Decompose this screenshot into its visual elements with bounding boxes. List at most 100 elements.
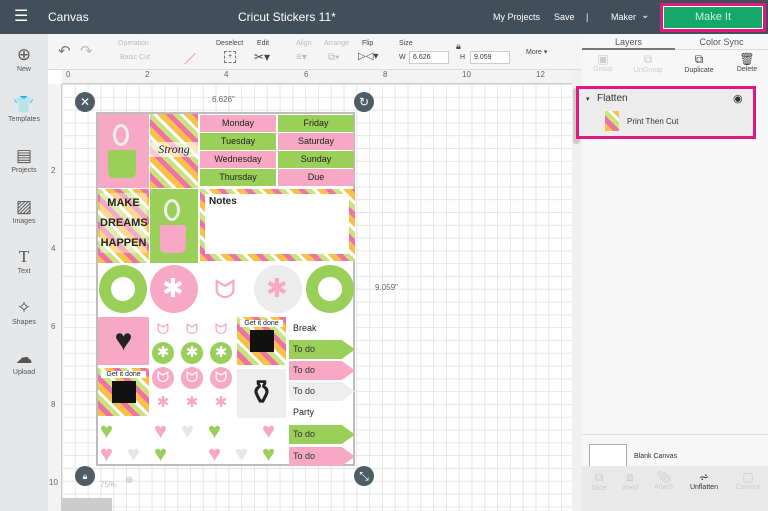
separator: | — [586, 12, 589, 22]
ruler-left: 2 4 6 8 10 — [48, 84, 62, 511]
lock-icon[interactable]: 🔒︎ — [456, 41, 461, 52]
mug-sticker-green — [150, 189, 198, 263]
strong-text: Strong — [150, 142, 198, 157]
mini-sticker: ᗢ — [181, 367, 203, 389]
flower-circle-sticker — [306, 265, 354, 313]
mini-sticker: ᗢ — [152, 367, 174, 389]
left-sidebar: ⊕ New 👕 Templates ▤ Projects ▨ Images T Text … — [0, 34, 48, 511]
height-dimension: 9.059" — [375, 283, 398, 292]
sidebar-item-text[interactable]: T Text — [0, 246, 48, 275]
operation-select[interactable]: Basic Cut — [120, 54, 150, 61]
label: Group — [593, 66, 613, 73]
sidebar-item-upload[interactable]: ☁ Upload — [0, 347, 48, 376]
break-label: Break — [293, 323, 317, 333]
mini-sticker: ✱ — [152, 342, 174, 364]
more-button[interactable]: More ▾ — [526, 48, 547, 56]
unflatten-button[interactable]: ⩫ Unflatten — [684, 470, 724, 491]
make-it-label: Make It — [664, 7, 762, 28]
flatten-layer-group[interactable]: ▾ Flatten ◉ Print Then Cut — [576, 86, 756, 139]
todo-arrow: To do — [289, 382, 355, 401]
edit-button[interactable]: ✂▾ — [254, 50, 270, 64]
notes-text: Notes — [205, 194, 349, 254]
sidebar-item-images[interactable]: ▨ Images — [0, 196, 48, 225]
ruler-mark: 4 — [51, 244, 56, 253]
resize-icon[interactable]: ⤡ — [354, 466, 374, 486]
my-projects-link[interactable]: My Projects — [493, 12, 540, 22]
contour-button[interactable]: ▢ Contour — [728, 470, 768, 491]
delete-selection-icon[interactable]: ✕ — [75, 92, 95, 112]
label: Slice — [591, 485, 607, 492]
sidebar-item-templates[interactable]: 👕 Templates — [0, 94, 48, 123]
layer-thumbnail — [605, 111, 619, 131]
day-label: Wednesday — [200, 151, 276, 168]
day-label: Monday — [200, 115, 276, 132]
mini-sticker: ✱ — [185, 394, 199, 411]
delete-button[interactable]: 🗑︎ Delete — [727, 52, 767, 73]
arrange-button[interactable]: ⧉▾ — [328, 52, 339, 63]
mini-sticker: ᗢ — [210, 367, 232, 389]
width-dimension: 6.626" — [212, 95, 235, 104]
label: New — [16, 66, 31, 73]
tab-layers[interactable]: Layers — [582, 34, 675, 50]
day-label: Saturday — [278, 133, 354, 150]
edit-toolbar: ↶ ↷ Operation Basic Cut ／ Deselect + Edi… — [48, 34, 582, 70]
undo-icon[interactable]: ↶ — [58, 42, 71, 60]
sidebar-item-new[interactable]: ⊕ New — [0, 44, 48, 73]
ruler-mark: 8 — [383, 70, 388, 79]
todo-arrow: To do — [289, 340, 355, 359]
lock-proportions-icon[interactable]: 🔒︎ — [75, 466, 95, 486]
ungroup-button[interactable]: ⧉ UnGroup — [628, 52, 668, 74]
label: Attach — [654, 484, 674, 491]
text-icon: T — [18, 247, 30, 266]
machine-select[interactable]: Maker — [611, 12, 636, 22]
sidebar-item-projects[interactable]: ▤ Projects — [0, 145, 48, 174]
day-label: Sunday — [278, 151, 354, 168]
align-button[interactable]: ≡▾ — [296, 52, 307, 63]
mug-icon — [111, 381, 136, 403]
cloud-upload-icon: ☁ — [15, 348, 33, 367]
arrange-label: Arrange — [324, 40, 349, 47]
attach-button[interactable]: 📎︎ Attach — [644, 470, 684, 491]
height-input[interactable]: 9.059 — [470, 51, 510, 64]
deselect-button[interactable]: + — [224, 51, 236, 63]
heart-sticker: ♥ — [235, 441, 249, 466]
horizontal-scroll-thumb[interactable] — [62, 498, 112, 511]
menu-icon[interactable]: ☰ — [14, 6, 28, 26]
deselect-label: Deselect — [216, 40, 244, 47]
save-link[interactable]: Save — [554, 12, 575, 22]
make-it-button[interactable]: Make It — [660, 3, 766, 32]
mug-icon — [108, 150, 136, 178]
section-title: Canvas — [48, 10, 89, 24]
group-button[interactable]: ▣ Group — [583, 52, 623, 73]
linetype-color-icon[interactable]: ／ — [184, 50, 196, 67]
tab-color-sync[interactable]: Color Sync — [675, 34, 768, 50]
mug-icon — [249, 330, 274, 352]
flip-label: Flip — [362, 40, 374, 47]
mini-sticker: ᗢ — [214, 321, 228, 338]
caret-down-icon[interactable]: ▾ — [586, 95, 590, 103]
chevron-down-icon[interactable]: ⌄ — [641, 10, 649, 21]
steam-icon — [113, 124, 129, 146]
todo-arrow: To do — [289, 361, 355, 380]
eye-icon[interactable]: ◉ — [733, 92, 743, 105]
duplicate-button[interactable]: ⧉ Duplicate — [679, 52, 719, 74]
steam-icon — [164, 199, 180, 221]
label: Contour — [735, 484, 761, 491]
flip-button[interactable]: ▷◁▾ — [358, 51, 378, 62]
party-label: Party — [293, 407, 315, 417]
sticker-sheet[interactable]: Strong Monday Friday Tuesday Saturday We… — [96, 112, 355, 466]
mini-sticker: ✱ — [181, 342, 203, 364]
label: Templates — [8, 116, 40, 123]
blank-canvas-label: Blank Canvas — [634, 453, 678, 460]
zoom-level: 75% — [100, 480, 117, 489]
zoom-in-icon[interactable]: ⊕ — [125, 475, 133, 486]
label: Upload — [12, 369, 36, 376]
redo-icon[interactable]: ↷ — [80, 42, 93, 60]
sidebar-item-shapes[interactable]: ✧ Shapes — [0, 297, 48, 326]
plus-circle-icon: ⊕ — [16, 45, 32, 64]
layer-item-name[interactable]: Print Then Cut — [627, 117, 678, 126]
rotate-icon[interactable]: ↻ — [354, 92, 374, 112]
width-input[interactable]: 6.626 — [409, 51, 449, 64]
mini-sticker: ᗢ — [156, 321, 170, 338]
mug-icon — [160, 225, 186, 253]
